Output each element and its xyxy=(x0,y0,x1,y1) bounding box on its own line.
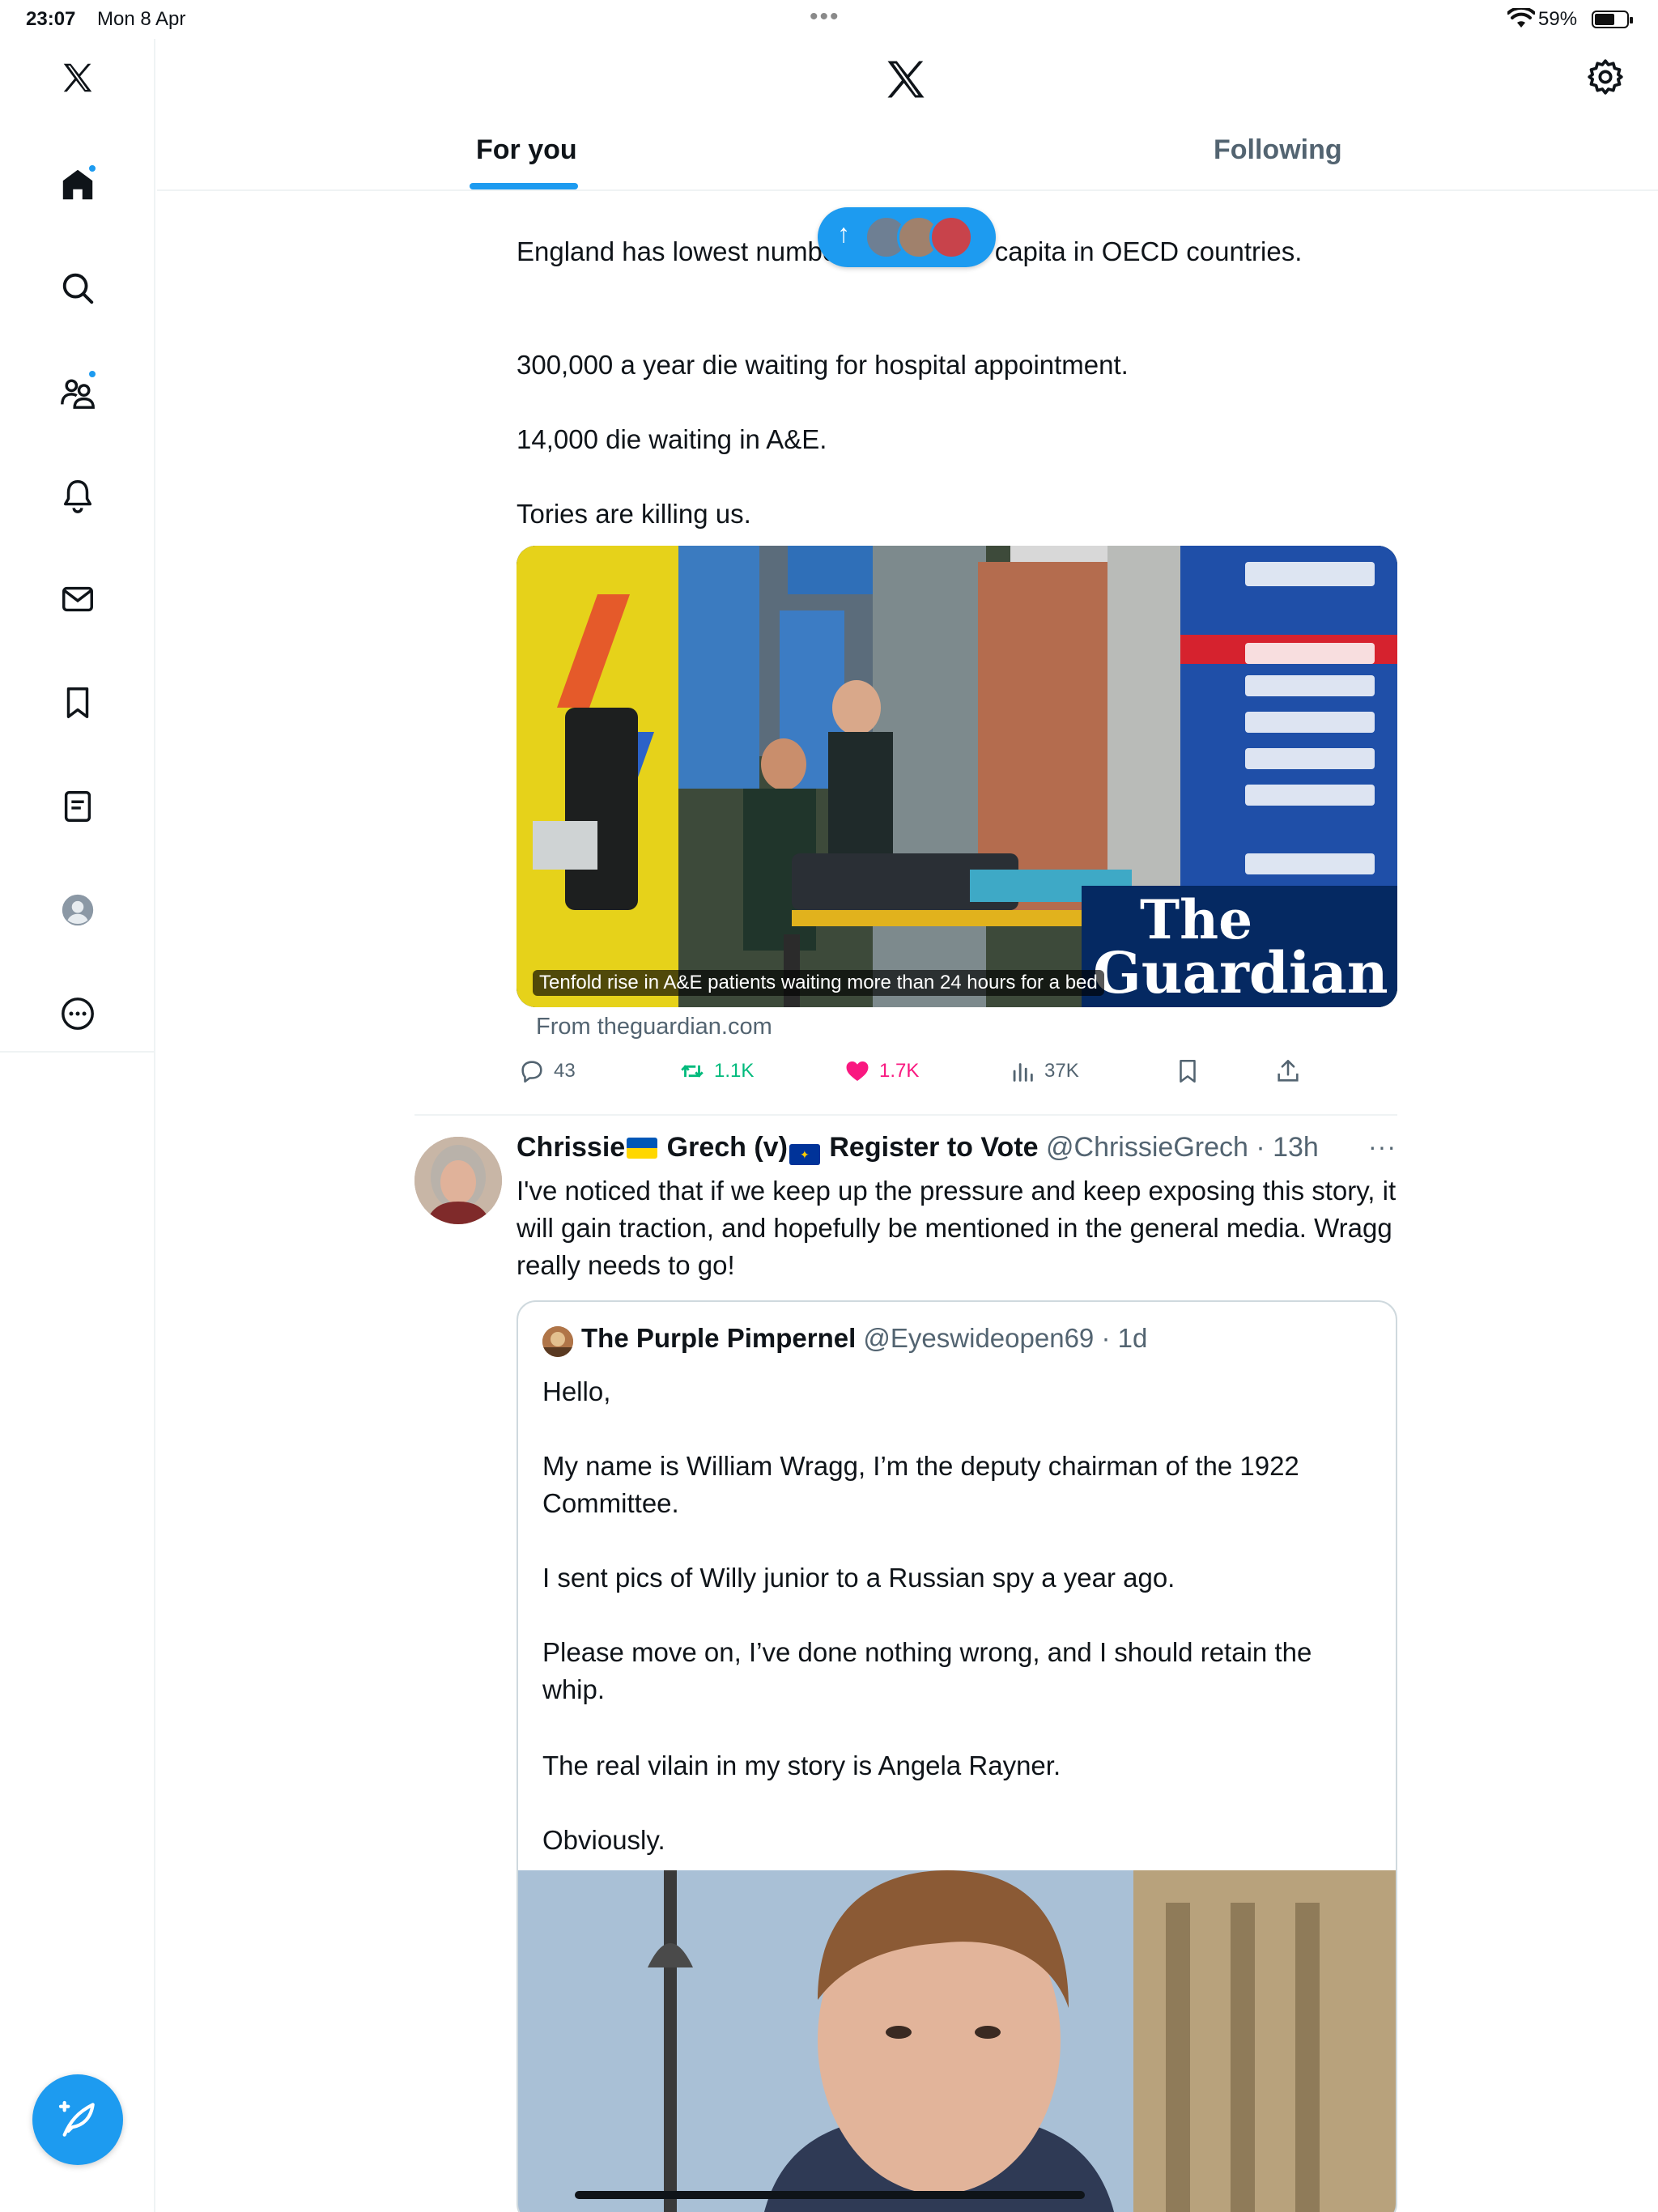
avatar xyxy=(929,215,973,259)
tab-for-you[interactable]: For you xyxy=(476,134,577,166)
quoted-post-image[interactable] xyxy=(518,1870,1396,2212)
sidebar-item-notifications[interactable] xyxy=(53,471,102,520)
sidebar-item-more[interactable] xyxy=(53,989,102,1038)
author-handle-time[interactable]: @ChrissieGrech · 13h xyxy=(1046,1132,1319,1163)
share-icon xyxy=(1278,1059,1299,1082)
bookmark-icon xyxy=(66,687,89,718)
bookmark-icon xyxy=(1180,1059,1196,1083)
bell-icon xyxy=(63,480,92,513)
reply-button[interactable]: 43 xyxy=(518,1057,576,1085)
search-icon xyxy=(62,273,94,304)
multitasking-dots-icon[interactable]: ••• xyxy=(810,3,840,31)
sidebar-item-messages[interactable] xyxy=(53,575,102,623)
guardian-logo-name: Guardian xyxy=(1093,939,1388,1006)
quoted-photo xyxy=(518,1870,1396,2212)
compose-feather-icon xyxy=(58,2100,95,2137)
author-name-part[interactable]: Chrissie xyxy=(517,1132,625,1163)
mail-icon xyxy=(62,586,93,612)
post-text-line: Tories are killing us. xyxy=(517,499,751,529)
reply-icon xyxy=(521,1061,542,1083)
timeline-header: For you Following xyxy=(157,39,1658,191)
quoted-author-handle-time: @Eyeswideopen69 · 1d xyxy=(863,1323,1148,1353)
post-text-line: 14,000 die waiting in A&E. xyxy=(517,424,827,454)
author-name-part[interactable]: Grech (v) xyxy=(667,1132,788,1163)
battery-percent: 59% xyxy=(1538,8,1578,30)
post-text: I've noticed that if we keep up the pres… xyxy=(517,1176,1397,1280)
more-icon xyxy=(62,998,94,1030)
profile-icon xyxy=(62,894,94,926)
settings-gear-icon[interactable] xyxy=(1585,57,1626,97)
communities-notification-dot xyxy=(87,369,97,379)
post-author-line: Chrissie Grech (v) ✦ Register to Vote @Ch… xyxy=(517,1132,1319,1165)
link-card[interactable]: The Guardian Tenfold rise in A&E patient… xyxy=(517,546,1397,1007)
views-chart-icon xyxy=(1013,1063,1033,1082)
arrow-up-icon: ↑ xyxy=(837,219,850,248)
sidebar-item-communities[interactable] xyxy=(53,368,102,416)
quoted-author-name: The Purple Pimpernel xyxy=(581,1323,857,1353)
ukraine-flag-icon xyxy=(627,1138,658,1159)
sidebar xyxy=(0,39,155,2212)
quoted-paragraph: My name is William Wragg, I’m the deputy… xyxy=(542,1451,1299,1518)
sidebar-item-bookmarks[interactable] xyxy=(53,678,102,727)
quoted-paragraph: Obviously. xyxy=(542,1825,665,1855)
quoted-paragraph: Hello, xyxy=(542,1376,611,1406)
post-actions: 43 1.1K 1.7K 37K xyxy=(518,1057,1328,1090)
author-name-part[interactable]: Register to Vote xyxy=(829,1132,1038,1163)
quoted-post[interactable]: The Purple Pimpernel @Eyeswideopen69 · 1… xyxy=(517,1300,1397,2212)
post-more-options-icon[interactable]: ··· xyxy=(1368,1132,1397,1162)
list-icon xyxy=(64,791,91,822)
status-bar: 23:07 Mon 8 Apr ••• 59% xyxy=(0,0,1658,39)
home-indicator[interactable] xyxy=(575,2191,1085,2199)
wifi-icon xyxy=(1507,8,1535,28)
repost-count: 1.1K xyxy=(714,1060,755,1082)
status-time: 23:07 xyxy=(26,8,76,30)
link-card-source[interactable]: From theguardian.com xyxy=(536,1014,772,1040)
home-notification-dot xyxy=(87,164,97,173)
reply-count: 43 xyxy=(554,1060,576,1082)
quoted-paragraph: The real vilain in my story is Angela Ra… xyxy=(542,1750,1061,1780)
link-card-image: The Guardian xyxy=(517,546,1397,1007)
avatar[interactable] xyxy=(414,1137,502,1224)
x-logo-icon[interactable] xyxy=(882,55,930,104)
share-button[interactable] xyxy=(1274,1057,1310,1085)
views-count: 37K xyxy=(1044,1060,1079,1082)
active-tab-indicator xyxy=(470,183,578,189)
quoted-author-line: The Purple Pimpernel @Eyeswideopen69 · 1… xyxy=(581,1323,1147,1354)
tab-following[interactable]: Following xyxy=(1214,134,1342,166)
link-card-caption: Tenfold rise in A&E patients waiting mor… xyxy=(533,970,1104,996)
sidebar-divider xyxy=(0,1051,155,1053)
new-posts-pill[interactable]: ↑ xyxy=(818,207,996,267)
repost-button[interactable]: 1.1K xyxy=(678,1057,754,1085)
avatar-image xyxy=(414,1137,502,1224)
bookmark-button[interactable] xyxy=(1174,1057,1209,1085)
like-button[interactable]: 1.7K xyxy=(844,1057,919,1085)
status-date: Mon 8 Apr xyxy=(97,8,186,30)
quoted-paragraph: I sent pics of Willy junior to a Russian… xyxy=(542,1563,1175,1593)
repost-icon xyxy=(681,1065,704,1078)
eu-flag-icon: ✦ xyxy=(789,1144,820,1165)
compose-post-button[interactable] xyxy=(32,2074,123,2165)
heart-icon xyxy=(846,1061,869,1082)
x-logo-icon[interactable] xyxy=(53,53,102,102)
sidebar-item-home[interactable] xyxy=(53,160,102,209)
avatar xyxy=(542,1326,573,1357)
post-text-line: 300,000 a year die waiting for hospital … xyxy=(517,350,1129,380)
sidebar-item-explore[interactable] xyxy=(53,264,102,313)
quoted-paragraph: Please move on, I’ve done nothing wrong,… xyxy=(542,1637,1312,1704)
sidebar-item-lists[interactable] xyxy=(53,782,102,831)
sidebar-item-profile[interactable] xyxy=(53,886,102,934)
like-count: 1.7K xyxy=(879,1060,920,1082)
post-divider xyxy=(414,1114,1397,1116)
views-button[interactable]: 37K xyxy=(1009,1057,1079,1085)
battery-icon xyxy=(1592,11,1633,28)
